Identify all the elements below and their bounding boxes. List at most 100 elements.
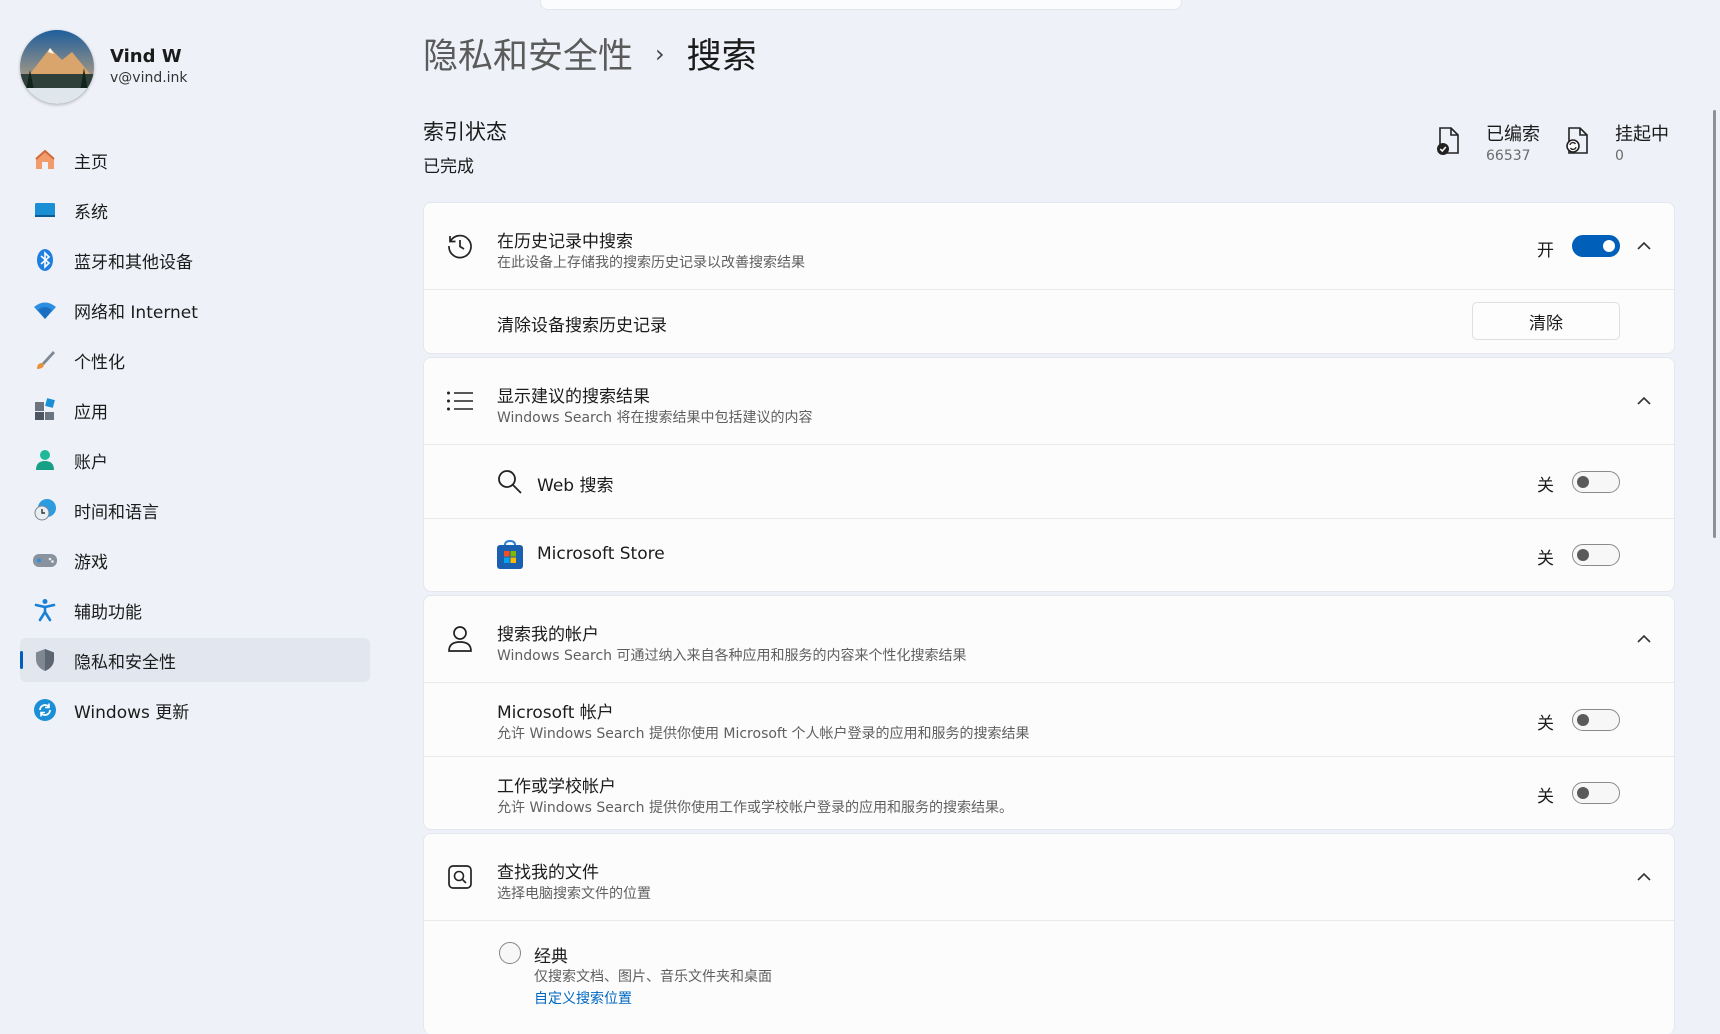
work-account-toggle[interactable] xyxy=(1572,782,1620,804)
shield-icon xyxy=(32,647,58,673)
pending-file-icon xyxy=(1565,126,1595,160)
gamepad-icon xyxy=(32,547,58,573)
find-files-desc: 选择电脑搜索文件的位置 xyxy=(497,886,651,902)
indexed-count: 66537 xyxy=(1486,148,1531,164)
sidebar-item-privacy-security[interactable]: 隐私和安全性 xyxy=(20,638,370,682)
index-status-value: 已完成 xyxy=(423,157,474,177)
work-account-title: 工作或学校帐户 xyxy=(497,777,616,797)
customize-locations-link[interactable]: 自定义搜索位置 xyxy=(534,988,632,1008)
microsoft-account-toggle[interactable] xyxy=(1572,709,1620,731)
microsoft-account-row: Microsoft 帐户 允许 Windows Search 提供你使用 Mic… xyxy=(424,682,1674,757)
wifi-icon xyxy=(32,297,58,323)
sidebar-item-gaming[interactable]: 游戏 xyxy=(20,538,370,582)
brush-icon xyxy=(32,347,58,373)
sidebar-item-label: Windows 更新 xyxy=(74,702,190,723)
web-search-toggle-label: 关 xyxy=(1537,476,1554,496)
clear-history-title: 清除设备搜索历史记录 xyxy=(497,316,667,336)
sidebar-item-time-language[interactable]: 时间和语言 xyxy=(20,488,370,532)
breadcrumb-parent[interactable]: 隐私和安全性 xyxy=(423,28,633,79)
microsoft-store-label: Microsoft Store xyxy=(537,544,665,564)
accessibility-icon xyxy=(32,597,58,623)
sidebar-item-bluetooth[interactable]: 蓝牙和其他设备 xyxy=(20,238,370,282)
bluetooth-icon xyxy=(32,247,58,273)
search-history-desc: 在此设备上存储我的搜索历史记录以改善搜索结果 xyxy=(497,255,805,271)
microsoft-store-toggle[interactable] xyxy=(1572,544,1620,566)
sidebar-item-label: 账户 xyxy=(74,452,108,473)
user-name: Vind W xyxy=(110,46,182,67)
system-icon xyxy=(32,197,58,223)
chevron-up-icon[interactable] xyxy=(1632,234,1656,258)
find-files-header[interactable]: 查找我的文件 选择电脑搜索文件的位置 xyxy=(424,834,1674,920)
selection-indicator xyxy=(20,651,23,669)
breadcrumb-separator: › xyxy=(655,39,665,68)
breadcrumb: 隐私和安全性 › 搜索 xyxy=(423,28,757,79)
find-files-title: 查找我的文件 xyxy=(497,863,599,883)
search-accounts-header[interactable]: 搜索我的帐户 Windows Search 可通过纳入来自各种应用和服务的内容来… xyxy=(424,596,1674,682)
pending-label: 挂起中 xyxy=(1615,124,1669,145)
microsoft-store-icon xyxy=(494,539,526,571)
pending-stat: 挂起中 0 xyxy=(1565,120,1669,164)
search-history-header[interactable]: 在历史记录中搜索 在此设备上存储我的搜索历史记录以改善搜索结果 开 xyxy=(424,203,1674,289)
sidebar-item-label: 隐私和安全性 xyxy=(74,652,176,673)
sidebar-item-accessibility[interactable]: 辅助功能 xyxy=(20,588,370,632)
clear-history-button[interactable]: 清除 xyxy=(1472,302,1620,340)
search-box[interactable] xyxy=(540,0,1182,10)
search-accounts-card: 搜索我的帐户 Windows Search 可通过纳入来自各种应用和服务的内容来… xyxy=(423,595,1675,830)
person-icon xyxy=(444,623,476,655)
sidebar-item-label: 时间和语言 xyxy=(74,502,159,523)
microsoft-account-toggle-label: 关 xyxy=(1537,714,1554,734)
update-icon xyxy=(32,697,58,723)
web-search-row: Web 搜索 关 xyxy=(424,444,1674,519)
web-search-label: Web 搜索 xyxy=(537,476,614,496)
search-accounts-title: 搜索我的帐户 xyxy=(497,625,599,645)
sidebar-item-label: 主页 xyxy=(74,152,108,173)
classic-radio[interactable] xyxy=(499,942,521,964)
sidebar-item-personalization[interactable]: 个性化 xyxy=(20,338,370,382)
search-accounts-desc: Windows Search 可通过纳入来自各种应用和服务的内容来个性化搜索结果 xyxy=(497,648,967,664)
microsoft-account-desc: 允许 Windows Search 提供你使用 Microsoft 个人帐户登录… xyxy=(497,726,1030,742)
sidebar-item-windows-update[interactable]: Windows 更新 xyxy=(20,688,370,732)
user-email: v@vind.ink xyxy=(110,70,188,86)
classic-desc: 仅搜索文档、图片、音乐文件夹和桌面 xyxy=(534,969,772,985)
indexed-label: 已编索 xyxy=(1486,124,1540,145)
work-account-toggle-label: 关 xyxy=(1537,787,1554,807)
sidebar-item-label: 蓝牙和其他设备 xyxy=(74,252,193,273)
index-status-title: 索引状态 xyxy=(423,120,507,144)
search-history-card: 在历史记录中搜索 在此设备上存储我的搜索历史记录以改善搜索结果 开 清除设备搜索… xyxy=(423,202,1675,354)
time-language-icon xyxy=(32,497,58,523)
account-icon xyxy=(32,447,58,473)
work-account-desc: 允许 Windows Search 提供你使用工作或学校帐户登录的应用和服务的搜… xyxy=(497,800,1013,816)
work-account-row: 工作或学校帐户 允许 Windows Search 提供你使用工作或学校帐户登录… xyxy=(424,756,1674,829)
sidebar-item-accounts[interactable]: 账户 xyxy=(20,438,370,482)
sidebar-item-home[interactable]: 主页 xyxy=(20,138,370,182)
chevron-up-icon[interactable] xyxy=(1632,865,1656,889)
microsoft-store-toggle-label: 关 xyxy=(1537,549,1554,569)
search-history-toggle[interactable] xyxy=(1572,235,1620,257)
web-search-toggle[interactable] xyxy=(1572,471,1620,493)
chevron-up-icon[interactable] xyxy=(1632,627,1656,651)
indexed-file-icon xyxy=(1436,126,1466,160)
suggested-results-desc: Windows Search 将在搜索结果中包括建议的内容 xyxy=(497,410,813,426)
sidebar-item-label: 辅助功能 xyxy=(74,602,142,623)
sidebar-item-apps[interactable]: 应用 xyxy=(20,388,370,432)
sidebar-item-system[interactable]: 系统 xyxy=(20,188,370,232)
microsoft-store-row: Microsoft Store 关 xyxy=(424,518,1674,591)
page-title: 搜索 xyxy=(686,37,757,77)
find-files-card: 查找我的文件 选择电脑搜索文件的位置 经典 仅搜索文档、图片、音乐文件夹和桌面 … xyxy=(423,833,1675,1034)
avatar xyxy=(20,30,94,104)
suggested-results-header[interactable]: 显示建议的搜索结果 Windows Search 将在搜索结果中包括建议的内容 xyxy=(424,358,1674,444)
search-history-toggle-label: 开 xyxy=(1537,241,1554,261)
sidebar-item-label: 个性化 xyxy=(74,352,125,373)
sidebar-item-label: 应用 xyxy=(74,402,108,423)
chevron-up-icon[interactable] xyxy=(1632,389,1656,413)
clear-history-row: 清除设备搜索历史记录 清除 xyxy=(424,289,1674,353)
indexed-stat: 已编索 66537 xyxy=(1436,120,1540,164)
microsoft-account-title: Microsoft 帐户 xyxy=(497,703,614,723)
search-history-title: 在历史记录中搜索 xyxy=(497,232,633,252)
history-icon xyxy=(444,230,476,262)
scrollbar[interactable] xyxy=(1713,110,1716,538)
sidebar-item-network[interactable]: 网络和 Internet xyxy=(20,288,370,332)
sidebar-nav: 主页 系统 蓝牙和其他设备 网络和 Internet 个性化 应用 账户 时间和… xyxy=(20,138,370,738)
list-icon xyxy=(444,385,476,417)
search-icon xyxy=(494,466,526,498)
